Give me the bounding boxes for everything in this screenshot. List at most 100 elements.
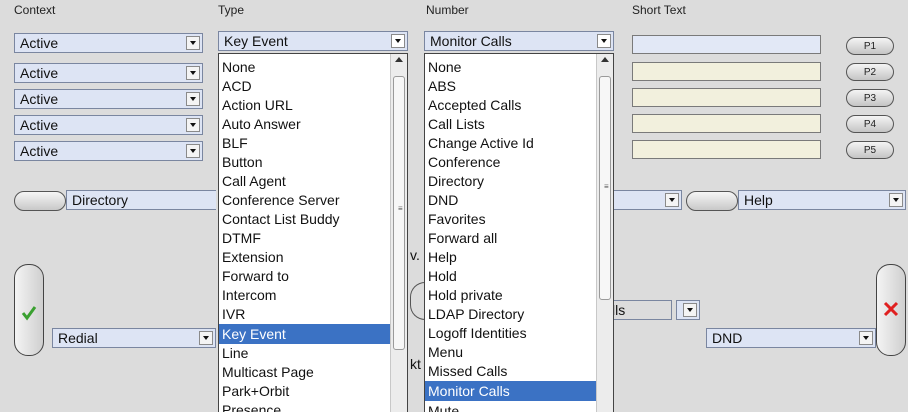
- softkey-select-3[interactable]: [610, 190, 682, 210]
- list-item[interactable]: Favorites: [428, 211, 486, 227]
- chevron-down-icon[interactable]: [186, 36, 200, 50]
- short-text-field-4[interactable]: [632, 114, 821, 133]
- context-header: Context: [14, 3, 56, 17]
- scrollbar-thumb[interactable]: ≡: [393, 76, 405, 350]
- chevron-down-icon[interactable]: [199, 331, 213, 345]
- obscured-text: kt: [410, 356, 421, 372]
- list-item[interactable]: Auto Answer: [222, 116, 301, 132]
- dnd-softkey-label: DND: [712, 330, 743, 346]
- short-text-field-1[interactable]: [632, 35, 821, 54]
- list-item[interactable]: Presence: [222, 402, 281, 412]
- calls-softkey-select[interactable]: lls: [608, 300, 672, 320]
- list-item[interactable]: Contact List Buddy: [222, 211, 340, 227]
- obscured-text: v.: [410, 247, 420, 263]
- list-item[interactable]: Change Active Id: [428, 135, 534, 151]
- list-item[interactable]: Button: [222, 154, 262, 170]
- list-item[interactable]: ACD: [222, 78, 252, 94]
- p5-button[interactable]: P5: [846, 141, 894, 159]
- list-item[interactable]: Call Agent: [222, 173, 286, 189]
- softkey-button-edge[interactable]: [410, 282, 425, 320]
- list-item[interactable]: Line: [222, 345, 248, 361]
- help-softkey-select[interactable]: Help: [738, 190, 906, 210]
- cancel-button[interactable]: [876, 264, 906, 356]
- check-icon: [21, 306, 37, 321]
- p1-button[interactable]: P1: [846, 37, 894, 55]
- calls-softkey-arrow[interactable]: [676, 300, 700, 320]
- chevron-down-icon[interactable]: [683, 303, 697, 317]
- chevron-down-icon[interactable]: [597, 34, 611, 48]
- list-item[interactable]: Missed Calls: [428, 363, 507, 379]
- list-item[interactable]: Help: [428, 249, 457, 265]
- list-item-selected[interactable]: Key Event: [219, 324, 390, 344]
- list-item[interactable]: Intercom: [222, 287, 276, 303]
- scroll-up-icon[interactable]: [395, 57, 403, 62]
- list-item[interactable]: Logoff Identities: [428, 325, 527, 341]
- context-select-4[interactable]: Active: [14, 115, 203, 135]
- grip-icon: ≡: [398, 204, 403, 213]
- list-item[interactable]: Conference Server: [222, 192, 340, 208]
- accept-button[interactable]: [14, 264, 44, 356]
- list-item[interactable]: Multicast Page: [222, 364, 314, 380]
- scrollbar-thumb[interactable]: ≡: [599, 76, 611, 300]
- redial-softkey-select[interactable]: Redial: [52, 328, 216, 348]
- dnd-softkey-select[interactable]: DND: [706, 328, 876, 348]
- list-item-selected[interactable]: Monitor Calls: [425, 381, 596, 401]
- list-item[interactable]: Accepted Calls: [428, 97, 521, 113]
- list-item[interactable]: Extension: [222, 249, 283, 265]
- short-text-field-3[interactable]: [632, 88, 821, 107]
- p2-button[interactable]: P2: [846, 63, 894, 81]
- list-item[interactable]: Menu: [428, 344, 463, 360]
- list-item[interactable]: Hold private: [428, 287, 503, 303]
- context-value: Active: [20, 65, 59, 81]
- list-item[interactable]: Conference: [428, 154, 500, 170]
- list-item[interactable]: Hold: [428, 268, 457, 284]
- help-softkey-label: Help: [744, 192, 773, 208]
- context-select-2[interactable]: Active: [14, 63, 203, 83]
- context-select-1[interactable]: Active: [14, 33, 203, 53]
- list-item[interactable]: IVR: [222, 306, 245, 322]
- list-item[interactable]: Park+Orbit: [222, 383, 289, 399]
- type-dropdown-list[interactable]: None ACD Action URL Auto Answer BLF Butt…: [218, 53, 408, 412]
- short-text-field-5[interactable]: [632, 140, 821, 159]
- chevron-down-icon[interactable]: [186, 92, 200, 106]
- directory-softkey-select[interactable]: Directory: [66, 190, 216, 210]
- context-value: Active: [20, 35, 59, 51]
- chevron-down-icon[interactable]: [186, 66, 200, 80]
- list-item[interactable]: LDAP Directory: [428, 306, 524, 322]
- type-select[interactable]: Key Event: [218, 31, 408, 51]
- directory-softkey-button[interactable]: [14, 191, 66, 211]
- number-list-scrollbar[interactable]: ≡: [596, 54, 613, 412]
- list-item[interactable]: ABS: [428, 78, 456, 94]
- chevron-down-icon[interactable]: [889, 193, 903, 207]
- context-select-3[interactable]: Active: [14, 89, 203, 109]
- list-item[interactable]: Forward to: [222, 268, 289, 284]
- list-item[interactable]: Directory: [428, 173, 484, 189]
- list-item[interactable]: DTMF: [222, 230, 261, 246]
- chevron-down-icon[interactable]: [665, 193, 679, 207]
- list-item[interactable]: DND: [428, 192, 458, 208]
- list-item[interactable]: Call Lists: [428, 116, 485, 132]
- list-item[interactable]: Action URL: [222, 97, 293, 113]
- p3-button[interactable]: P3: [846, 89, 894, 107]
- list-item[interactable]: None: [428, 59, 461, 75]
- chevron-down-icon[interactable]: [186, 118, 200, 132]
- chevron-down-icon[interactable]: [859, 331, 873, 345]
- type-selected-value: Key Event: [224, 33, 288, 49]
- short-text-header: Short Text: [632, 3, 686, 17]
- help-softkey-button[interactable]: [686, 191, 738, 211]
- list-item[interactable]: Mute: [428, 403, 459, 412]
- number-dropdown-list[interactable]: None ABS Accepted Calls Call Lists Chang…: [424, 53, 614, 412]
- number-select[interactable]: Monitor Calls: [424, 31, 614, 51]
- redial-softkey-label: Redial: [58, 330, 98, 346]
- type-list-scrollbar[interactable]: ≡: [390, 54, 407, 412]
- list-item[interactable]: Forward all: [428, 230, 497, 246]
- p4-button[interactable]: P4: [846, 115, 894, 133]
- context-value: Active: [20, 117, 59, 133]
- short-text-field-2[interactable]: [632, 62, 821, 81]
- list-item[interactable]: None: [222, 59, 255, 75]
- chevron-down-icon[interactable]: [186, 144, 200, 158]
- list-item[interactable]: BLF: [222, 135, 248, 151]
- scroll-up-icon[interactable]: [601, 57, 609, 62]
- chevron-down-icon[interactable]: [391, 34, 405, 48]
- context-select-5[interactable]: Active: [14, 141, 203, 161]
